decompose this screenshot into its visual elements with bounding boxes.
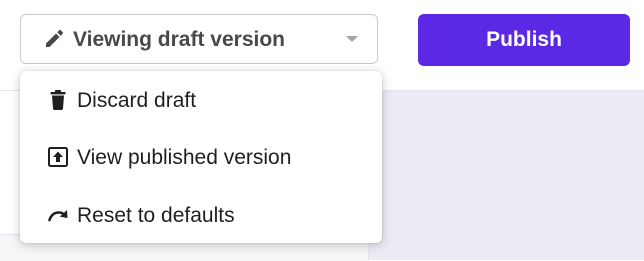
upload-box-icon <box>47 146 69 168</box>
menu-item-label: Reset to defaults <box>77 204 235 227</box>
version-select-label: Viewing draft version <box>73 28 285 51</box>
menu-item-label: View published version <box>77 146 292 169</box>
menu-item-discard-draft[interactable]: Discard draft <box>20 73 382 127</box>
menu-item-reset-to-defaults[interactable]: Reset to defaults <box>20 189 382 243</box>
version-dropdown-menu: Discard draft View published version Res… <box>20 71 382 243</box>
trash-icon <box>47 89 69 111</box>
publish-button[interactable]: Publish <box>418 14 630 66</box>
redo-arrow-icon <box>47 204 69 226</box>
chevron-down-icon <box>346 36 358 42</box>
pencil-icon <box>43 28 65 50</box>
menu-item-view-published-version[interactable]: View published version <box>20 131 382 185</box>
menu-item-label: Discard draft <box>77 89 197 112</box>
version-select-dropdown[interactable]: Viewing draft version <box>20 14 378 64</box>
